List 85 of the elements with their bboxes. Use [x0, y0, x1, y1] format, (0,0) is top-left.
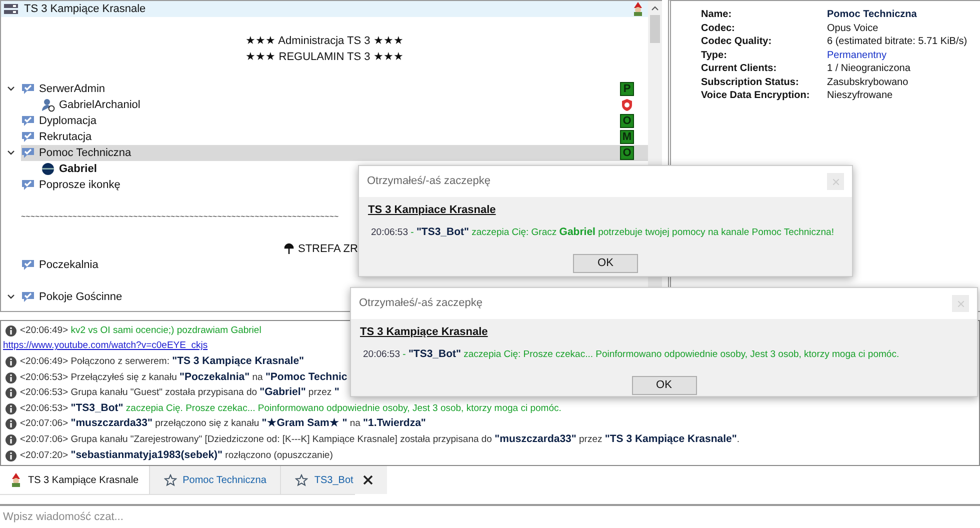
star-icon — [295, 474, 308, 486]
close-icon[interactable] — [363, 475, 374, 485]
chat-message: <20:06:49> kv2 vs OI sami ocencie;) pozdrawiam Gabriel — [20, 324, 262, 338]
info-value: 6 (estimated bitrate: 5.71 KiB/s) — [827, 35, 968, 50]
channel-name: Poprosze ikonkę — [39, 178, 120, 193]
channel-row[interactable]: Rekrutacja M — [21, 129, 648, 145]
info-label: Name: — [701, 8, 733, 22]
chat-message: <20:07:20> "sebastianmatyja1983(sebek)" rozłączono (opuszczanie) — [20, 448, 333, 463]
chat-tab[interactable]: Pomoc Techniczna — [148, 466, 280, 494]
server-avatar-icon — [10, 473, 22, 487]
channel-icon — [21, 259, 35, 271]
channel-row[interactable]: SerwerAdmin P — [21, 81, 648, 97]
group-badge: M — [620, 130, 634, 144]
close-icon — [832, 178, 838, 184]
chat-message: <20:06:49> Połączono z serwerem: "TS 3 Kampiące Krasnale" — [20, 354, 304, 370]
dialog-title: Otrzymałeś/-aś zaczepkę — [367, 174, 490, 190]
channel-name: Dyplomacja — [39, 114, 96, 129]
server-avatar-icon — [632, 2, 644, 16]
info-label: Voice Data Encryption: — [701, 89, 811, 104]
channel-name: SerwerAdmin — [39, 82, 106, 97]
chat-message: <20:07:06> "muszczarda33" przełączono się z kanału "★Gram Sam★ " na "1.Twierdza" — [20, 416, 426, 432]
info-label: Subscription Status: — [701, 76, 800, 90]
close-icon — [958, 300, 964, 306]
info-label: Current Clients: — [701, 62, 778, 76]
info-label: Codec Quality: — [701, 35, 773, 50]
channel-row[interactable]: Dyplomacja O — [21, 113, 648, 129]
tab-label: Pomoc Techniczna — [182, 474, 266, 488]
group-badge: P — [620, 82, 634, 96]
umbrella-icon — [284, 243, 294, 255]
info-icon — [5, 387, 17, 400]
server-name: TS 3 Kampiące Krasnale — [24, 2, 146, 17]
chat-input[interactable]: Wpisz wiadomość czat... — [0, 506, 980, 527]
ok-button[interactable]: OK — [632, 376, 696, 394]
star-icon — [164, 474, 177, 486]
info-value: Opus Voice — [827, 22, 878, 36]
channel-name: Poczekalnia — [39, 258, 98, 273]
info-icon — [5, 434, 17, 446]
channel-name: Pokoje Gościnne — [39, 290, 122, 305]
dialog-title: Otrzymałeś/-aś zaczepkę — [359, 296, 482, 312]
info-value: 1 / Nieograniczona — [827, 62, 910, 76]
tab-label: TS 3 Kampiące Krasnale — [28, 474, 139, 488]
info-value: Pomoc Techniczna — [827, 8, 917, 22]
channel-name: Pomoc Techniczna — [39, 146, 132, 161]
info-icon — [5, 450, 17, 462]
chat-link[interactable]: https://www.youtube.com/watch?v=c0eEYE_ckjs — [3, 339, 208, 354]
info-label: Type: — [701, 48, 728, 63]
chat-tab[interactable]: TS3_Bot — [280, 466, 388, 494]
server-icon — [4, 3, 18, 15]
group-badge: O — [620, 114, 634, 128]
client-status-icon — [41, 162, 55, 176]
chat-message: <20:07:06> Grupa kanału "Zarejestrowany" [Dziedziczone od: [K---K] Kampiące Krasnale] została przypisana do "muszczarda33" przez "TS 3 Kampiące Krasnale". — [20, 432, 740, 448]
divider-channel[interactable]: ~~~~~~~~~~~~~~~~~~~~~~~~~~~~~~~~~~~~~~~~~~~~~~~~~~~~~~~~~~~~~~~~~~~~ — [21, 211, 339, 223]
channel-icon — [21, 115, 35, 127]
channel-icon — [21, 131, 35, 143]
info-value: Nieszyfrowane — [827, 89, 893, 104]
info-value: Permanentny — [827, 48, 886, 63]
chat-message: <20:06:53> Przełączyłeś się z kanału "Poczekalnia" na "Pomoc Technic — [20, 370, 348, 385]
chat-message: <20:06:53> Grupa kanału "Guest" została przypisana do "Gabriel" przez " — [20, 385, 340, 400]
server-heading: TS 3 Kampiace Krasnale — [368, 203, 496, 218]
info-label: Codec: — [701, 22, 736, 36]
muted-user-icon — [41, 98, 55, 112]
client-name[interactable]: Gabriel — [59, 160, 97, 178]
info-value: Zasubskrybowano — [827, 76, 908, 90]
server-row[interactable]: TS 3 Kampiące Krasnale — [1, 1, 648, 17]
spacer-channel[interactable]: ★★★ Administracja TS 3 ★★★ — [246, 32, 404, 50]
scroll-thumb[interactable] — [650, 15, 660, 43]
channel-name: Rekrutacja — [39, 130, 92, 145]
info-icon — [5, 372, 17, 384]
channel-icon — [21, 83, 35, 95]
spacer-channel[interactable]: ★★★ REGULAMIN TS 3 ★★★ — [246, 48, 404, 66]
server-heading: TS 3 Kampiące Krasnale — [360, 325, 488, 340]
tab-label: TS3_Bot — [314, 474, 354, 488]
client-name[interactable]: GabrielArchaniol — [59, 96, 140, 114]
info-icon — [5, 418, 17, 430]
channel-icon — [21, 179, 35, 191]
group-badge: O — [620, 146, 634, 160]
info-icon — [5, 324, 17, 337]
ok-button[interactable]: OK — [573, 254, 638, 272]
info-icon — [5, 356, 17, 368]
chat-message: <20:06:53> "TS3_Bot" zaczepia Cię. Prosze czekac... Poinformowano odpowiednie osoby, Jest 3 osob, ktorzy moga ci pomóc. — [20, 400, 562, 416]
spacer-channel[interactable]: STREFA ZR — [298, 240, 358, 258]
poke-message: 20:06:53 - "TS3_Bot" zaczepia Cię: Gracz Gabriel potrzebuje twojej pomocy na kanale Pomoc Techniczna! — [371, 224, 834, 240]
channel-icon — [21, 291, 35, 303]
poke-message: 20:06:53 - "TS3_Bot" zaczepia Cię: Prosze czekac... Poinformowano odpowiednie osoby, Jest 3 osob, ktorzy moga ci pomóc. — [363, 346, 900, 362]
info-icon — [5, 402, 17, 415]
